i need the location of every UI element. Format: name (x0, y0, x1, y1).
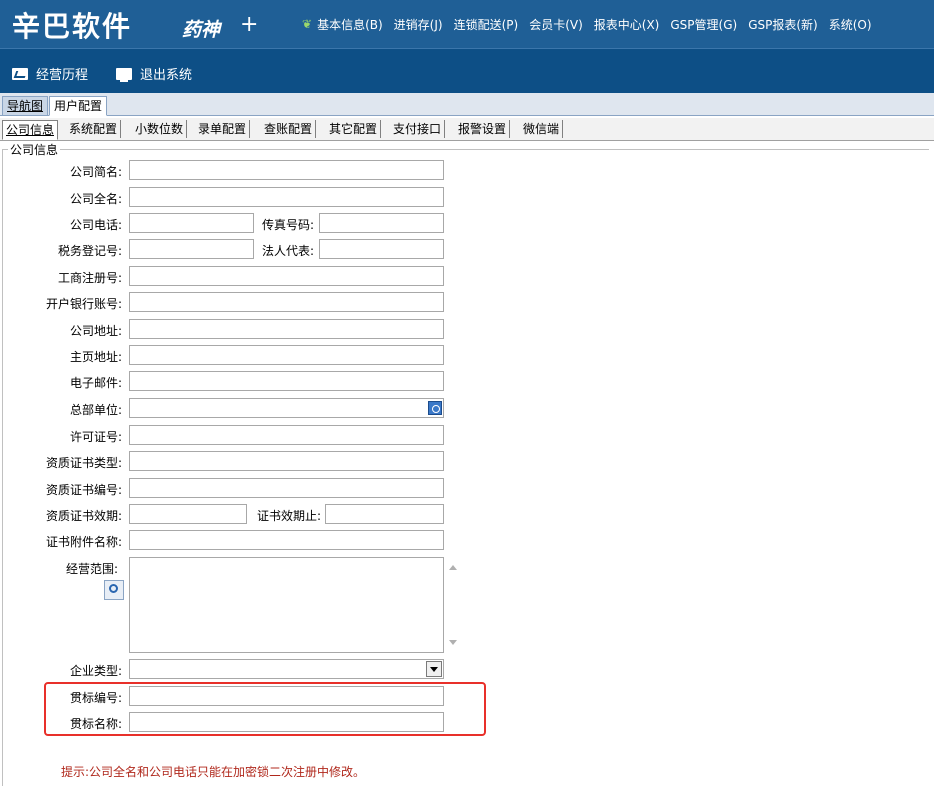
tab-alarm-settings[interactable]: 报警设置 (455, 120, 511, 138)
menu-member-card[interactable]: 会员卡(V) (529, 16, 583, 33)
menu-chain-distribution[interactable]: 连锁配送(P) (454, 16, 519, 33)
label-cert-attachment: 证书附件名称: (45, 535, 122, 549)
cert-no-input[interactable] (129, 478, 444, 498)
history-label: 经营历程 (36, 68, 89, 83)
config-tab-strip: 公司信息 系统配置 小数位数 录单配置 查账配置 其它配置 支付接口 报警设置 … (0, 118, 934, 141)
tax-no-input[interactable] (129, 239, 254, 259)
menu-gsp-management[interactable]: GSP管理(G) (670, 16, 737, 33)
chevron-down-icon[interactable] (426, 661, 442, 677)
label-phone: 公司电话: (69, 218, 122, 232)
enterprise-type-select[interactable] (129, 659, 444, 679)
label-email: 电子邮件: (69, 376, 122, 390)
bank-account-input[interactable] (129, 292, 444, 312)
label-enterprise-type: 企业类型: (69, 664, 122, 678)
homepage-input[interactable] (129, 345, 444, 365)
label-business-scope: 经营范围: (65, 562, 118, 576)
label-cert-no: 资质证书编号: (45, 483, 122, 497)
toolbar: 经营历程 退出系统 (0, 48, 934, 93)
app-logo: 辛巴软件 (12, 10, 133, 43)
app-logo-plus: + (240, 12, 259, 37)
search-icon[interactable] (104, 580, 124, 600)
label-legal-rep: 法人代表: (261, 244, 314, 258)
app-header: 辛巴软件 药神 + ❦ 基本信息(B) 进销存(J) 连锁配送(P) 会员卡(V… (0, 0, 934, 48)
full-name-input[interactable] (129, 187, 444, 207)
tab-system-config[interactable]: 系统配置 (66, 120, 122, 138)
label-biz-reg-no: 工商注册号: (57, 271, 122, 285)
business-scope-textarea[interactable] (129, 557, 444, 653)
standard-no-input[interactable] (129, 686, 444, 706)
chart-icon (12, 67, 28, 80)
phone-input[interactable] (129, 213, 254, 233)
biz-reg-no-input[interactable] (129, 266, 444, 286)
monitor-icon (116, 67, 132, 82)
label-full-name: 公司全名: (69, 192, 122, 206)
tab-audit-config[interactable]: 查账配置 (261, 120, 317, 138)
scroll-up-arrow[interactable] (449, 565, 457, 570)
label-standard-name: 贯标名称: (69, 717, 122, 731)
menu-report-center[interactable]: 报表中心(X) (594, 16, 660, 33)
label-hq-unit: 总部单位: (69, 403, 122, 417)
menu-inventory[interactable]: 进销存(J) (394, 16, 443, 33)
hint-text: 提示:公司全名和公司电话只能在加密锁二次注册中修改。 (61, 765, 366, 779)
tab-decimal-places[interactable]: 小数位数 (132, 120, 188, 138)
leaf-icon: ❦ (302, 17, 313, 31)
label-address: 公司地址: (69, 324, 122, 338)
tab-user-config[interactable]: 用户配置 (49, 96, 108, 116)
tab-payment-interface[interactable]: 支付接口 (390, 120, 446, 138)
main-menu: ❦ 基本信息(B) 进销存(J) 连锁配送(P) 会员卡(V) 报表中心(X) … (302, 16, 883, 33)
scroll-down-arrow[interactable] (449, 640, 457, 645)
label-cert-valid: 资质证书效期: (45, 509, 122, 523)
label-homepage: 主页地址: (69, 350, 122, 364)
menu-system[interactable]: 系统(O) (829, 16, 872, 33)
label-cert-type: 资质证书类型: (45, 456, 122, 470)
email-input[interactable] (129, 371, 444, 391)
tab-wechat[interactable]: 微信端 (520, 120, 564, 138)
top-tab-strip: 导航图 用户配置 (0, 93, 934, 116)
tab-entry-config[interactable]: 录单配置 (195, 120, 251, 138)
label-fax: 传真号码: (261, 218, 314, 232)
exit-button[interactable]: 退出系统 (116, 64, 192, 83)
cert-valid-input[interactable] (129, 504, 247, 524)
tab-navigation[interactable]: 导航图 (2, 96, 49, 116)
history-button[interactable]: 经营历程 (12, 64, 88, 83)
label-tax-no: 税务登记号: (57, 244, 122, 258)
label-short-name: 公司简名: (69, 165, 122, 179)
label-cert-expire: 证书效期止: (256, 509, 321, 523)
menu-gsp-report[interactable]: GSP报表(新) (748, 16, 818, 33)
license-no-input[interactable] (129, 425, 444, 445)
address-input[interactable] (129, 319, 444, 339)
cert-expire-input[interactable] (325, 504, 444, 524)
app-logo-subtitle: 药神 (182, 19, 221, 41)
group-title: 公司信息 (8, 141, 61, 158)
legal-rep-input[interactable] (319, 239, 444, 259)
tab-company-info[interactable]: 公司信息 (2, 120, 59, 140)
label-standard-no: 贯标编号: (69, 691, 122, 705)
scrollbar[interactable] (445, 557, 463, 653)
standard-name-input[interactable] (129, 712, 444, 732)
fax-input[interactable] (319, 213, 444, 233)
menu-basic-info[interactable]: 基本信息(B) (317, 16, 383, 33)
cert-attachment-input[interactable] (129, 530, 444, 550)
label-bank-account: 开户银行账号: (45, 297, 122, 311)
exit-label: 退出系统 (140, 68, 193, 83)
tab-other-config[interactable]: 其它配置 (326, 120, 382, 138)
pick-icon[interactable] (428, 401, 442, 415)
hq-unit-input[interactable] (129, 398, 444, 418)
label-license-no: 许可证号: (69, 430, 122, 444)
cert-type-input[interactable] (129, 451, 444, 471)
short-name-input[interactable] (129, 160, 444, 180)
